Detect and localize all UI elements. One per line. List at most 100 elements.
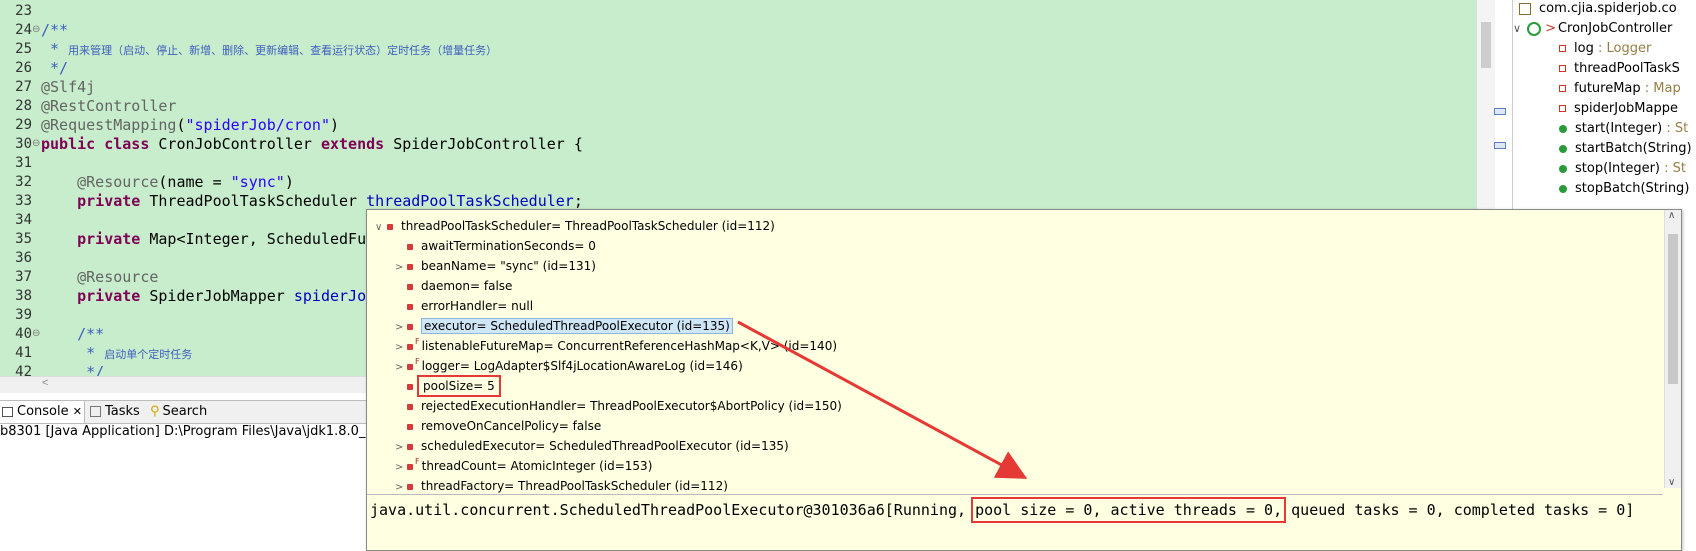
variable-row[interactable]: ∨ threadPoolTaskScheduler= ThreadPoolTask… bbox=[375, 216, 775, 236]
outline-package[interactable]: com.cjia.spiderjob.co bbox=[1519, 1, 1677, 16]
chevron-down-icon[interactable]: ∨ bbox=[1513, 22, 1521, 35]
field-icon bbox=[1559, 105, 1566, 112]
field-icon bbox=[407, 383, 413, 390]
scroll-left-icon[interactable]: < bbox=[42, 377, 48, 389]
variable-row[interactable]: > threadFactory= ThreadPoolTaskScheduler … bbox=[395, 476, 728, 496]
tab-tasks[interactable]: Tasks bbox=[88, 401, 146, 423]
line-number: 40 bbox=[15, 326, 32, 342]
variable-row[interactable]: > scheduledExecutor= ScheduledThreadPoolE… bbox=[395, 436, 789, 456]
variable-label: removeOnCancelPolicy= false bbox=[421, 419, 602, 433]
tab-console[interactable]: Console ✕ bbox=[0, 401, 85, 423]
outline-view: com.cjia.spiderjob.co ∨ > CronJobControlle… bbox=[1512, 0, 1696, 210]
variable-label: errorHandler= null bbox=[421, 299, 534, 313]
tab-search[interactable]: ⚲ Search bbox=[148, 401, 216, 423]
detail-prefix: java.util.concurrent.ScheduledThreadPool… bbox=[370, 501, 976, 519]
field-icon bbox=[1559, 45, 1566, 52]
chevron-right-icon[interactable]: > bbox=[395, 338, 407, 358]
line-number: 28 bbox=[15, 98, 32, 114]
variable-row[interactable]: errorHandler= null bbox=[395, 296, 533, 316]
variable-row[interactable]: > F listenableFutureMap= ConcurrentReferen… bbox=[395, 336, 837, 356]
method-icon bbox=[1559, 164, 1567, 173]
line-number: 34 bbox=[15, 212, 32, 228]
variable-label: rejectedExecutionHandler= ThreadPoolExec… bbox=[421, 399, 842, 413]
outline-member[interactable]: threadPoolTaskS bbox=[1559, 61, 1680, 76]
variable-row[interactable]: > executor= ScheduledThreadPoolExecutor (… bbox=[395, 316, 733, 336]
variable-inspect-popup[interactable]: ∨ threadPoolTaskScheduler= ThreadPoolTask… bbox=[366, 209, 1682, 551]
outline-member[interactable]: log : Logger bbox=[1559, 41, 1651, 56]
final-badge: F bbox=[415, 357, 420, 366]
scroll-up-icon[interactable]: ∧ bbox=[1668, 210, 1675, 221]
field-icon bbox=[407, 403, 413, 410]
code-line[interactable]: private SpiderJobMapper spiderJo bbox=[41, 287, 366, 305]
code-line[interactable]: public class CronJobController extends S… bbox=[41, 135, 583, 153]
code-line[interactable]: * 启动单个定时任务 bbox=[41, 344, 192, 362]
code-line[interactable]: * 用来管理（启动、停止、新增、删除、更新编辑、查看运行状态）定时任务（增量任务… bbox=[41, 40, 497, 58]
line-number: 32 bbox=[15, 174, 32, 190]
outline-member[interactable]: start(Integer) : St bbox=[1559, 121, 1688, 136]
line-number: 29 bbox=[15, 117, 32, 133]
field-icon bbox=[407, 243, 413, 250]
outline-member[interactable]: futureMap : Map bbox=[1559, 81, 1681, 96]
detail-pane[interactable]: java.util.concurrent.ScheduledThreadPool… bbox=[367, 494, 1663, 550]
chevron-right-icon[interactable]: > bbox=[395, 258, 407, 278]
outline-member[interactable]: startBatch(String) bbox=[1559, 141, 1692, 156]
package-label: com.cjia.spiderjob.co bbox=[1539, 1, 1677, 16]
code-line[interactable]: */ bbox=[41, 59, 68, 77]
fold-toggle-icon[interactable]: ⊖ bbox=[32, 24, 40, 35]
line-number: 39 bbox=[15, 307, 32, 323]
field-icon bbox=[407, 263, 413, 270]
tab-console-label: Console bbox=[17, 404, 69, 419]
popup-scrollbar[interactable]: ∧ ∨ bbox=[1664, 210, 1681, 488]
outline-member[interactable]: stopBatch(String) bbox=[1559, 181, 1689, 196]
scroll-thumb[interactable] bbox=[1481, 22, 1491, 68]
chevron-right-icon[interactable]: > bbox=[395, 318, 407, 338]
variable-row[interactable]: rejectedExecutionHandler= ThreadPoolExec… bbox=[395, 396, 842, 416]
variable-row[interactable]: > beanName= "sync" (id=131) bbox=[395, 256, 596, 276]
overview-marker[interactable] bbox=[1494, 108, 1506, 115]
code-line[interactable]: private ThreadPoolTaskScheduler threadPo… bbox=[41, 192, 583, 210]
scroll-thumb[interactable] bbox=[1668, 234, 1678, 384]
variable-row[interactable]: daemon= false bbox=[395, 276, 512, 296]
code-line[interactable]: /** bbox=[41, 325, 104, 343]
bottom-tab-bar: Console ✕ Tasks ⚲ Search bbox=[0, 400, 366, 424]
code-line[interactable]: @Slf4j bbox=[41, 78, 95, 96]
chevron-down-icon[interactable]: ∨ bbox=[375, 218, 387, 238]
variable-row[interactable]: > F threadCount= AtomicInteger (id=153) bbox=[395, 456, 652, 476]
member-type: : St bbox=[1662, 121, 1689, 136]
variable-label: threadCount= AtomicInteger (id=153) bbox=[421, 459, 653, 473]
variable-label: daemon= false bbox=[421, 279, 513, 293]
variable-row[interactable]: removeOnCancelPolicy= false bbox=[395, 416, 601, 436]
scroll-down-icon[interactable]: ∨ bbox=[1668, 477, 1675, 488]
chevron-right-icon[interactable]: > bbox=[395, 438, 407, 458]
detail-boxed-text: pool size = 0, active threads = 0, bbox=[971, 497, 1287, 523]
code-line[interactable]: @Resource bbox=[41, 268, 158, 286]
code-line[interactable]: */ bbox=[41, 363, 104, 376]
chevron-right-icon[interactable]: > bbox=[395, 358, 407, 378]
variable-row[interactable]: poolSize= 5 bbox=[395, 375, 501, 397]
outline-member[interactable]: spiderJobMappe bbox=[1559, 101, 1678, 116]
outline-class[interactable]: ∨ > CronJobController bbox=[1513, 21, 1672, 36]
chevron-right-icon[interactable]: > bbox=[395, 458, 407, 478]
console-description: b8301 [Java Application] D:\Program File… bbox=[0, 424, 407, 439]
variable-label: executor= ScheduledThreadPoolExecutor (i… bbox=[421, 318, 733, 334]
code-line[interactable]: private Map<Integer, ScheduledFu bbox=[41, 230, 366, 248]
field-icon bbox=[407, 343, 413, 350]
variable-label: scheduledExecutor= ScheduledThreadPoolEx… bbox=[421, 439, 789, 453]
line-number: 30 bbox=[15, 136, 32, 152]
variable-row[interactable]: > F logger= LogAdapter$Slf4jLocationAwareL… bbox=[395, 356, 743, 376]
code-line[interactable]: /** bbox=[41, 21, 68, 39]
code-line[interactable]: @Resource(name = "sync") bbox=[41, 173, 294, 191]
field-icon bbox=[407, 363, 413, 370]
code-line[interactable]: @RestController bbox=[41, 97, 176, 115]
outline-member[interactable]: stop(Integer) : St bbox=[1559, 161, 1686, 176]
fold-toggle-icon[interactable]: ⊖ bbox=[32, 328, 40, 339]
method-icon bbox=[1559, 124, 1567, 133]
member-name: futureMap bbox=[1574, 81, 1641, 96]
variable-row[interactable]: awaitTerminationSeconds= 0 bbox=[395, 236, 596, 256]
line-number: 24 bbox=[15, 22, 32, 38]
overview-marker[interactable] bbox=[1494, 142, 1506, 149]
field-icon bbox=[1559, 85, 1566, 92]
fold-toggle-icon[interactable]: ⊖ bbox=[32, 138, 40, 149]
code-line[interactable]: @RequestMapping("spiderJob/cron") bbox=[41, 116, 339, 134]
close-icon[interactable]: ✕ bbox=[73, 405, 82, 418]
